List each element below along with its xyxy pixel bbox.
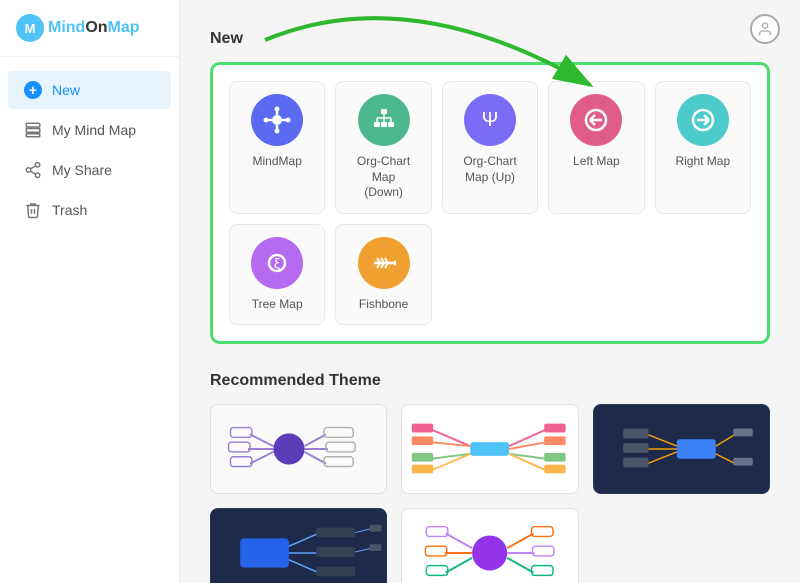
theme-card-4[interactable] bbox=[210, 508, 387, 583]
logo: M MindOnMap bbox=[0, 0, 179, 57]
map-card-org-up[interactable]: Ψ Org-Chart Map (Up) bbox=[442, 81, 538, 214]
sidebar-item-trash-label: Trash bbox=[52, 202, 87, 218]
right-map-icon bbox=[677, 94, 729, 146]
new-section: New bbox=[210, 30, 770, 344]
new-grid-wrapper: MindMap bbox=[210, 62, 770, 344]
tree-map-label: Tree Map bbox=[252, 297, 303, 313]
theme-card-2[interactable] bbox=[401, 404, 578, 494]
theme-card-5[interactable] bbox=[401, 508, 578, 583]
share-icon bbox=[24, 161, 42, 179]
plus-icon: + bbox=[24, 81, 42, 99]
layers-icon bbox=[24, 121, 42, 139]
map-grid-row2: ξ Tree Map bbox=[229, 224, 751, 326]
empty-cell-2 bbox=[548, 224, 644, 326]
left-map-label: Left Map bbox=[573, 154, 620, 170]
fishbone-icon bbox=[358, 237, 410, 289]
map-card-org-down[interactable]: Org-Chart Map(Down) bbox=[335, 81, 431, 214]
theme-card-3[interactable] bbox=[593, 404, 770, 494]
map-card-mindmap[interactable]: MindMap bbox=[229, 81, 325, 214]
empty-cell-1 bbox=[442, 224, 538, 326]
org-up-icon: Ψ bbox=[464, 94, 516, 146]
svg-text:ξ: ξ bbox=[274, 255, 280, 271]
fishbone-label: Fishbone bbox=[359, 297, 408, 313]
sidebar-item-new[interactable]: + New bbox=[8, 71, 171, 109]
new-section-title: New bbox=[210, 30, 770, 48]
map-card-right[interactable]: Right Map bbox=[655, 81, 751, 214]
sidebar-item-trash[interactable]: Trash bbox=[8, 191, 171, 229]
sidebar-item-my-share[interactable]: My Share bbox=[8, 151, 171, 189]
right-map-label: Right Map bbox=[675, 154, 730, 170]
recommended-grid bbox=[210, 404, 770, 583]
recommended-title: Recommended Theme bbox=[210, 372, 770, 390]
sidebar-nav: + New My Mind Map bbox=[0, 57, 179, 583]
sidebar-item-my-share-label: My Share bbox=[52, 162, 112, 178]
org-down-label: Org-Chart Map(Down) bbox=[344, 154, 422, 201]
tree-map-icon: ξ bbox=[251, 237, 303, 289]
org-down-icon bbox=[358, 94, 410, 146]
mindmap-label: MindMap bbox=[253, 154, 302, 170]
org-up-label: Org-Chart Map (Up) bbox=[451, 154, 529, 185]
recommended-section: Recommended Theme bbox=[210, 372, 770, 583]
trash-icon bbox=[24, 201, 42, 219]
main-content: New bbox=[180, 0, 800, 583]
map-card-fishbone[interactable]: Fishbone bbox=[335, 224, 431, 326]
theme-card-1[interactable] bbox=[210, 404, 387, 494]
sidebar-item-my-mind-map-label: My Mind Map bbox=[52, 122, 136, 138]
left-map-icon bbox=[570, 94, 622, 146]
sidebar: M MindOnMap + New My Mind Map bbox=[0, 0, 180, 583]
empty-cell-3 bbox=[655, 224, 751, 326]
user-avatar[interactable] bbox=[750, 14, 780, 44]
logo-text: MindOnMap bbox=[48, 19, 140, 37]
logo-icon: M bbox=[16, 14, 44, 42]
sidebar-item-new-label: New bbox=[52, 82, 80, 98]
map-grid-row1: MindMap bbox=[229, 81, 751, 214]
map-card-left[interactable]: Left Map bbox=[548, 81, 644, 214]
mindmap-icon bbox=[251, 94, 303, 146]
sidebar-item-my-mind-map[interactable]: My Mind Map bbox=[8, 111, 171, 149]
svg-text:Ψ: Ψ bbox=[482, 109, 499, 131]
map-card-tree[interactable]: ξ Tree Map bbox=[229, 224, 325, 326]
